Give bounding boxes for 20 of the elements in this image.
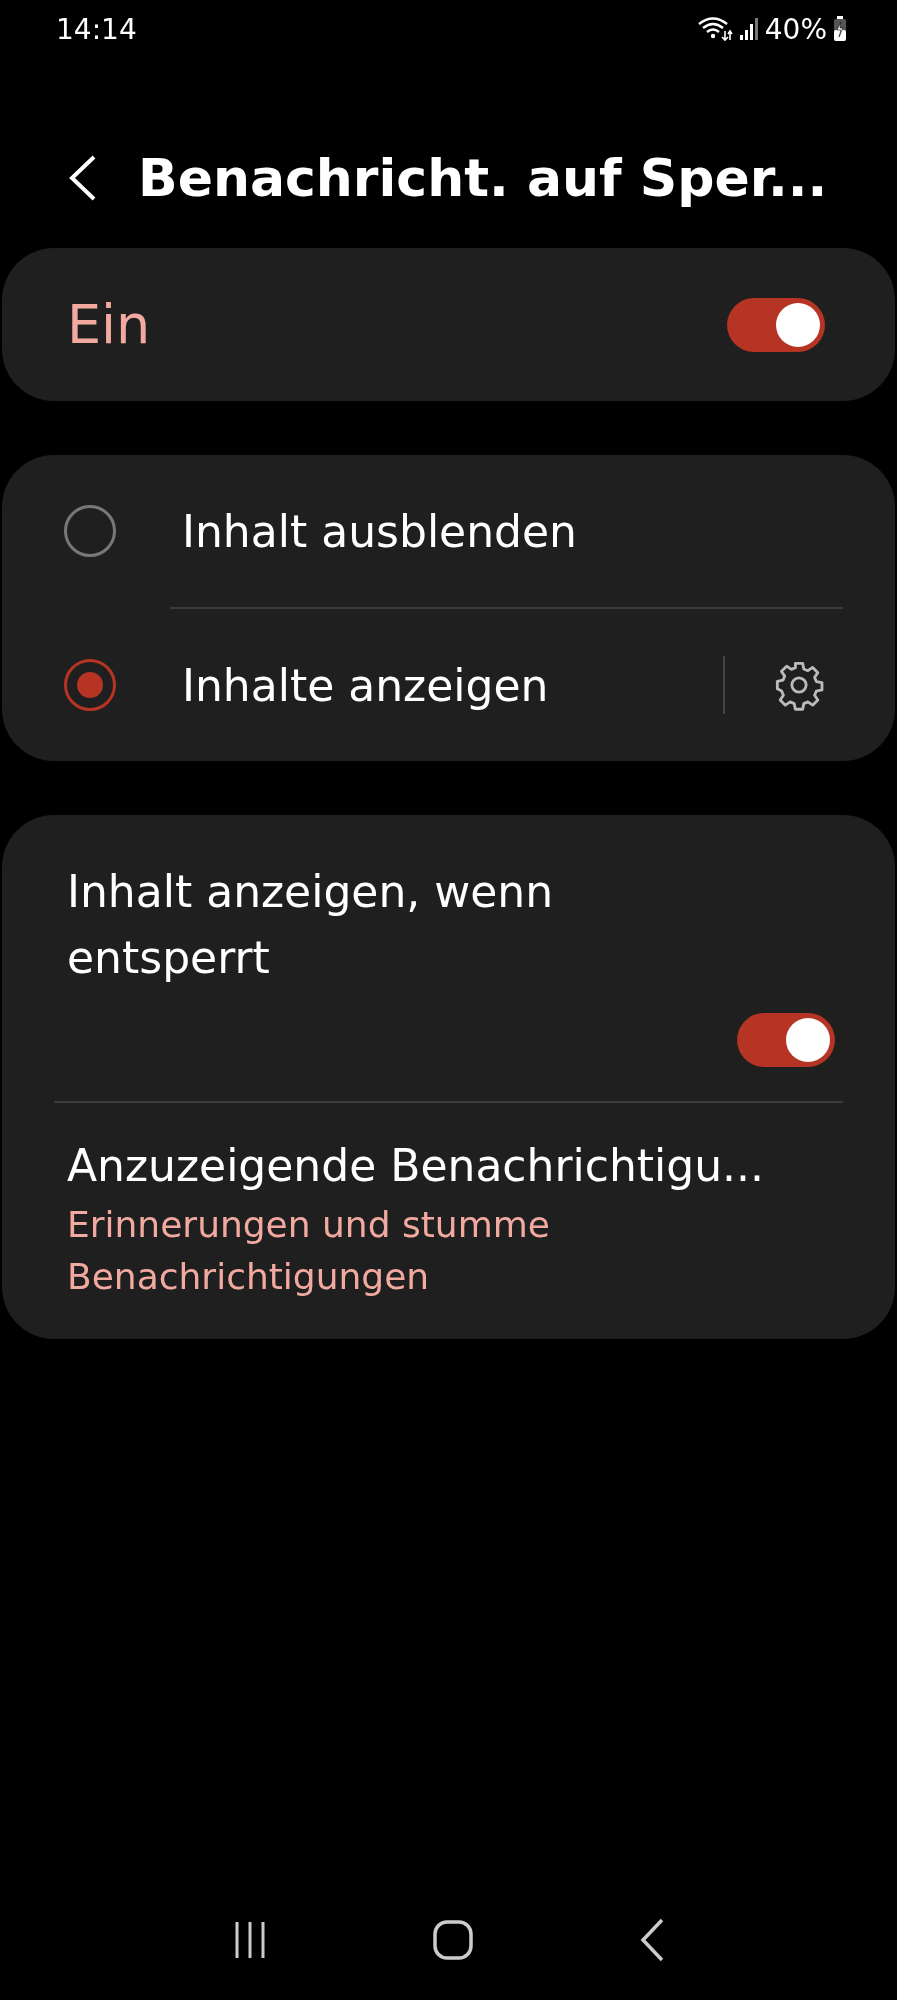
master-label: Ein (67, 293, 151, 356)
signal-icon (738, 17, 759, 41)
setting-label: Inhalt anzeigen, wenn entsperrt (67, 865, 555, 985)
toggle-switch[interactable] (737, 1013, 835, 1067)
option-label: Inhalte anzeigen (182, 659, 550, 711)
radio-button[interactable] (64, 505, 116, 557)
wifi-icon (696, 15, 733, 43)
back-button[interactable] (68, 154, 98, 202)
option-label: Inhalt ausblenden (182, 505, 578, 557)
home-icon[interactable] (431, 1919, 474, 1961)
setting-label[interactable]: Anzuzeigende Benachrichtigu... (67, 1133, 855, 1199)
back-icon[interactable] (638, 1918, 665, 1962)
settings-icon[interactable] (773, 659, 825, 711)
setting-summary: Erinnerungen und stumme Benachrichtigungen (67, 1203, 551, 1299)
radio-button[interactable] (64, 659, 116, 711)
page-title: Benachricht. auf Sper... (138, 148, 828, 208)
status-time: 14:14 (56, 12, 137, 46)
battery-percent: 40% (764, 12, 827, 46)
toggle-switch[interactable] (727, 297, 825, 352)
battery-icon (833, 16, 847, 42)
